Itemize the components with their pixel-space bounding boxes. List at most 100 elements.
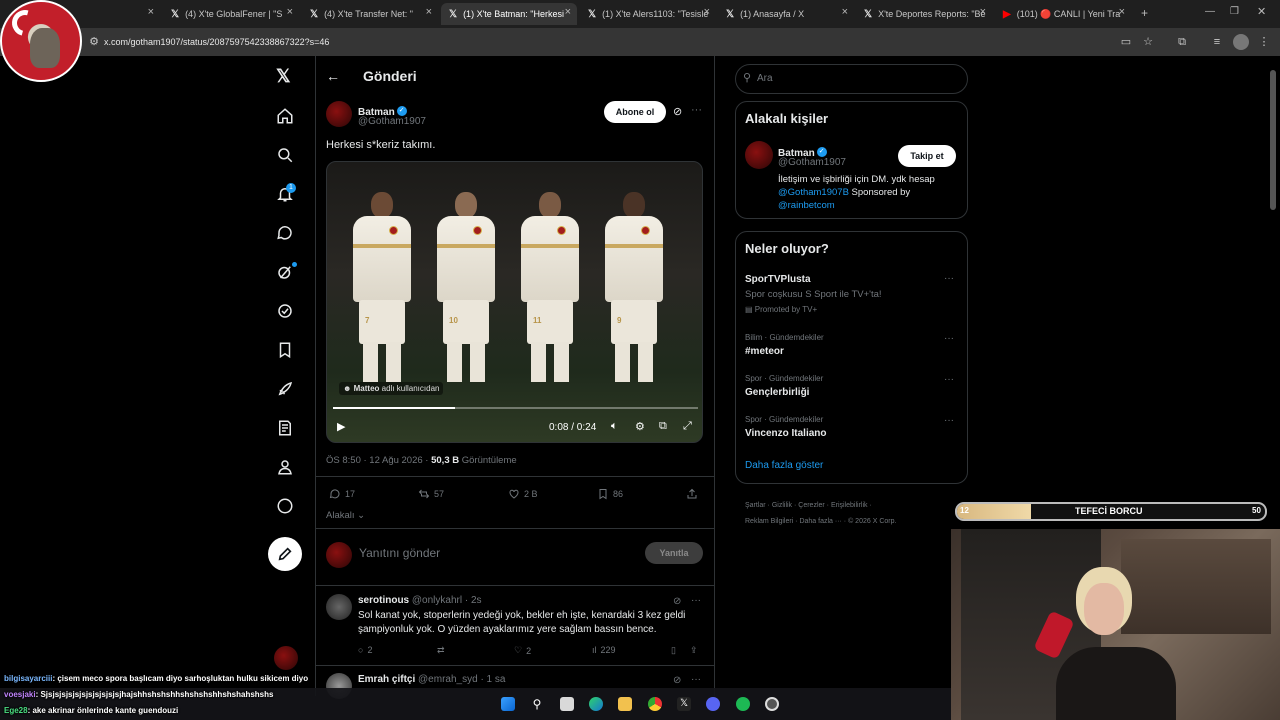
close-tab-icon[interactable]: × [1119, 6, 1125, 18]
like-button[interactable]: 2 B [508, 488, 538, 500]
browser-tab[interactable]: 𝕏 (4) X'te GlobalFener | "S × [163, 3, 299, 25]
message-icon[interactable] [274, 222, 296, 244]
sort-dropdown[interactable]: Alakalı ⌄ [326, 510, 365, 521]
browser-tab[interactable]: ▶ (101) 🔴 CANLI | Yeni Tra × [995, 3, 1131, 25]
close-tab-icon[interactable]: × [426, 6, 432, 18]
search-input[interactable]: Ara [757, 73, 773, 84]
post-more-icon[interactable]: ··· [691, 104, 702, 116]
grok-explain-icon[interactable]: ⊘ [673, 596, 681, 607]
minimize-button[interactable]: — [1205, 6, 1215, 17]
x-logo-icon[interactable]: 𝕏 [276, 66, 291, 87]
comment-share-button[interactable]: ⇪ [690, 645, 698, 656]
file-explorer-icon[interactable] [618, 697, 632, 711]
promo-name[interactable]: SporTVPlusta [745, 274, 811, 285]
bio-link[interactable]: @Gotham1907B [778, 187, 849, 198]
trend-more-icon[interactable]: ··· [944, 415, 954, 426]
comment-handle[interactable]: @emrah_syd [418, 674, 478, 685]
task-view-icon[interactable] [560, 697, 574, 711]
maximize-button[interactable]: ❐ [1230, 6, 1239, 17]
browser-tab[interactable]: 𝕏 X'te Deportes Reports: "Be × [856, 3, 992, 25]
page-scrollbar[interactable] [1270, 70, 1276, 210]
video-credit[interactable]: ☻ Matteo adlı kullanıcıdan [339, 382, 444, 395]
comment-handle[interactable]: @onlykahrl [412, 595, 462, 606]
start-menu-icon[interactable] [501, 697, 515, 711]
obs-icon[interactable] [765, 697, 779, 711]
volume-icon[interactable]: 🔈︎ [611, 420, 618, 433]
trend-name[interactable]: Vincenzo Italiano [745, 428, 827, 439]
bookmark-button[interactable]: 86 [597, 488, 623, 500]
comment-repost-button[interactable]: ⇄ [437, 645, 445, 656]
site-info-icon[interactable]: ⚙ [86, 34, 102, 50]
list-icon[interactable] [274, 417, 296, 439]
comment-author[interactable]: Emrah çiftçi [358, 674, 415, 685]
comment-avatar[interactable] [326, 594, 352, 620]
home-icon[interactable] [274, 105, 296, 127]
bio-link-2[interactable]: @rainbetcom [778, 200, 835, 211]
video-progress-bar[interactable] [333, 407, 698, 409]
fullscreen-icon[interactable]: ⤢ [683, 420, 692, 433]
post-video[interactable]: 7 10 11 9 ☻ Matteo adlı kullanıcıdan ▶ 0… [326, 161, 703, 443]
x-app-icon[interactable]: 𝕏 [677, 697, 691, 711]
browser-tab[interactable]: 𝕏 (1) X'te Alers1103: "Tesisle × [580, 3, 716, 25]
play-icon[interactable]: ▶ [337, 420, 345, 433]
close-tab-icon[interactable]: × [565, 6, 571, 18]
url-field[interactable]: x.com/gotham1907/status/2087597542338867… [104, 34, 329, 50]
close-window-button[interactable]: ✕ [1257, 5, 1266, 18]
show-more-link[interactable]: Daha fazla göster [745, 460, 823, 471]
comment-views[interactable]: ıl 229 [592, 645, 616, 655]
grok-explain-icon[interactable]: ⊘ [673, 105, 682, 118]
close-tab-icon[interactable]: × [287, 6, 293, 18]
trend-name[interactable]: Gençlerbirliği [745, 387, 809, 398]
profile-nav-icon[interactable] [274, 456, 296, 478]
footer-line-1[interactable]: Şartlar · Gizlilik · Çerezler · Erişileb… [745, 502, 872, 509]
comment-age[interactable]: · 2s [465, 595, 482, 606]
author-avatar[interactable] [326, 101, 352, 127]
close-tab-icon[interactable]: × [148, 6, 154, 18]
close-tab-icon[interactable]: × [842, 6, 848, 18]
close-tab-icon[interactable]: × [704, 6, 710, 18]
subscribe-button[interactable]: Abone ol [604, 101, 666, 123]
comment-bookmark-button[interactable]: ▯ [671, 645, 676, 656]
extensions-icon[interactable]: ⧉ [1174, 34, 1190, 50]
comment-author[interactable]: serotinous [358, 595, 409, 606]
browser-tab[interactable]: 𝕏 (1) Anasayfa / X × [718, 3, 854, 25]
post-timestamp[interactable]: ÖS 8:50 · 12 Ağu 2026 · [326, 455, 431, 466]
compose-button[interactable] [268, 537, 302, 571]
bookmark-icon[interactable] [274, 339, 296, 361]
settings-icon[interactable]: ⚙ [635, 420, 645, 433]
edge-icon[interactable] [589, 697, 603, 711]
browser-tab[interactable]: 𝕏 (4) X'te Transfer Net: " × [302, 3, 438, 25]
close-tab-icon[interactable]: × [980, 6, 986, 18]
trend-name[interactable]: #meteor [745, 346, 784, 357]
pip-icon[interactable]: ⧉ [659, 420, 667, 433]
search-taskbar-icon[interactable]: ⚲ [530, 697, 544, 711]
star-icon[interactable]: ☆ [1140, 34, 1156, 50]
rocket-icon[interactable] [274, 378, 296, 400]
browser-tab[interactable]: 𝕏 (1) X'te Batman: "Herkesi × [441, 3, 577, 25]
profile-icon[interactable] [1233, 34, 1249, 50]
comment-more-icon[interactable]: ··· [691, 595, 701, 606]
comment-age[interactable]: · 1 sa [480, 674, 505, 685]
trend-more-icon[interactable]: ··· [944, 374, 954, 385]
share-button[interactable] [686, 488, 698, 500]
media-icon[interactable]: ≡ [1209, 34, 1225, 50]
new-tab-button[interactable]: + [1141, 6, 1148, 20]
repost-button[interactable]: 57 [418, 488, 444, 500]
follow-button[interactable]: Takip et [898, 145, 956, 167]
cast-icon[interactable]: ▭ [1118, 34, 1134, 50]
more-icon[interactable] [274, 495, 296, 517]
comment-more-icon[interactable]: ··· [691, 674, 701, 685]
author-handle[interactable]: @Gotham1907 [358, 116, 426, 127]
chrome-icon[interactable] [648, 697, 662, 711]
person-avatar[interactable] [745, 141, 773, 169]
search-icon[interactable] [274, 144, 296, 166]
back-button[interactable]: ← [326, 68, 340, 84]
comment-reply-button[interactable]: ○ 2 [358, 645, 372, 655]
trend-more-icon[interactable]: ··· [944, 273, 954, 284]
trend-more-icon[interactable]: ··· [944, 333, 954, 344]
reply-button[interactable]: 17 [329, 488, 355, 500]
verified-icon[interactable] [274, 300, 296, 322]
comment-like-button[interactable]: ♡ 2 [514, 645, 531, 656]
menu-icon[interactable]: ⋮ [1256, 34, 1272, 50]
account-avatar[interactable] [274, 646, 298, 670]
